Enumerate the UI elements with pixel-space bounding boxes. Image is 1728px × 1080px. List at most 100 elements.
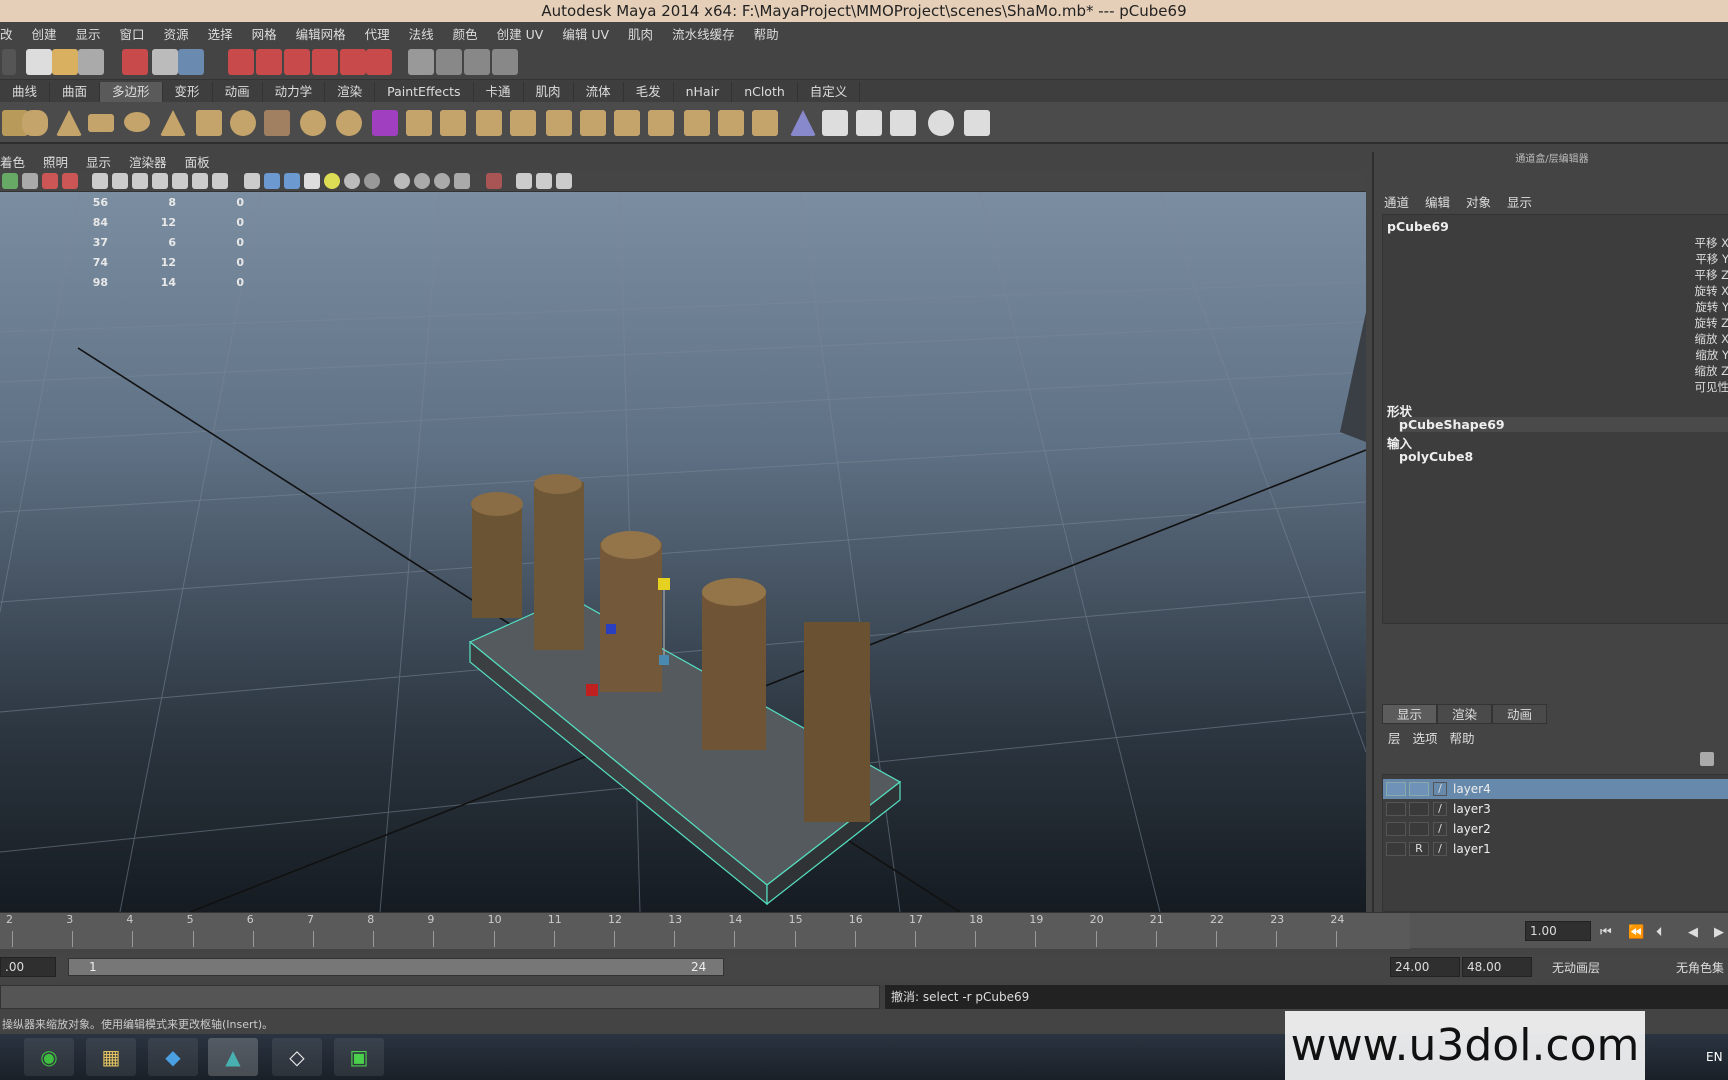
layer-name[interactable]: layer1 [1453, 842, 1491, 856]
safe-action-icon[interactable] [192, 173, 208, 189]
layer-visibility-toggle[interactable] [1386, 782, 1406, 796]
shadows-icon[interactable] [364, 173, 380, 189]
poly-pipe-icon[interactable] [196, 110, 222, 136]
panel-menu-panels[interactable]: 面板 [185, 152, 210, 171]
layer-visibility-toggle[interactable] [1386, 802, 1406, 816]
layer-display-type-toggle[interactable] [1409, 782, 1429, 796]
bookmark-icon[interactable] [42, 173, 58, 189]
layer-color-swatch[interactable]: / [1433, 802, 1447, 816]
shelf-tab-deformation[interactable]: 变形 [163, 82, 213, 102]
poly-torus-icon[interactable] [124, 112, 150, 132]
go-to-start-icon[interactable]: ⏮ [1600, 925, 1612, 940]
share-view-icon[interactable] [556, 173, 572, 189]
menu-select[interactable]: 选择 [208, 24, 233, 43]
shelf-tab-muscle[interactable]: 肌肉 [524, 82, 574, 102]
panel-menu-show[interactable]: 显示 [86, 152, 111, 171]
menu-edit-uvs[interactable]: 编辑 UV [562, 24, 609, 43]
new-scene-icon[interactable] [26, 49, 52, 75]
anim-layer-dropdown[interactable]: 无动画层 [1552, 959, 1600, 976]
cb-attr-translate-y[interactable]: 平移 Y [1695, 251, 1728, 267]
separate-icon[interactable] [300, 110, 326, 136]
layer-menu-layers[interactable]: 层 [1388, 728, 1401, 747]
snap-grid-icon[interactable] [228, 49, 254, 75]
layer-name[interactable]: layer4 [1453, 782, 1491, 796]
menu-color[interactable]: 颜色 [453, 24, 478, 43]
xray-joints-icon[interactable] [414, 173, 430, 189]
cb-object-name[interactable]: pCube69 [1387, 219, 1449, 234]
wooden-post-5[interactable] [804, 622, 870, 822]
extrude-icon[interactable] [440, 110, 466, 136]
qq-app-icon[interactable]: ◆ [148, 1038, 198, 1076]
ipr-render-icon[interactable] [464, 49, 490, 75]
range-slider[interactable]: 1 24 [68, 958, 724, 976]
menu-help[interactable]: 帮助 [754, 24, 779, 43]
menu-assets[interactable]: 资源 [164, 24, 189, 43]
cb-attr-scale-z[interactable]: 缩放 Z [1694, 363, 1728, 379]
shelf-tab-ncloth[interactable]: nCloth [732, 82, 798, 102]
manip-y-handle[interactable] [658, 578, 670, 590]
uv-editor-icon[interactable] [964, 110, 990, 136]
safe-title-icon[interactable] [212, 173, 228, 189]
layer-display-type-toggle[interactable] [1409, 802, 1429, 816]
bevel-icon[interactable] [684, 110, 710, 136]
perspective-viewport[interactable]: 56 8 0 84 12 0 37 6 0 74 12 0 98 14 0 [0, 192, 1366, 912]
wooden-post-1[interactable] [472, 502, 522, 618]
cb-attr-translate-z[interactable]: 平移 Z [1694, 267, 1728, 283]
snap-surface-icon[interactable] [340, 49, 366, 75]
maya-app-icon[interactable]: ▲ [208, 1038, 258, 1076]
use-default-lights-icon[interactable] [324, 173, 340, 189]
resolution-gate-icon[interactable] [132, 173, 148, 189]
wireframe-icon[interactable] [244, 173, 260, 189]
new-layer-icon[interactable] [1700, 752, 1714, 766]
render-frame-icon[interactable] [436, 49, 462, 75]
cb-menu-show[interactable]: 显示 [1507, 192, 1532, 211]
render-view-icon[interactable] [408, 49, 434, 75]
menuset-dropdown-icon[interactable] [2, 49, 16, 75]
select-component-icon[interactable] [178, 49, 204, 75]
cb-attr-rotate-x[interactable]: 旋转 X [1694, 283, 1728, 299]
manip-center-handle[interactable] [659, 655, 669, 665]
play-forward-icon[interactable]: ▶ [1714, 925, 1724, 940]
poly-cone-icon[interactable] [56, 110, 82, 136]
panel-menu-renderer[interactable]: 渲染器 [129, 152, 167, 171]
save-scene-icon[interactable] [78, 49, 104, 75]
hud-toggle-icon[interactable] [516, 173, 532, 189]
backface-culling-icon[interactable] [454, 173, 470, 189]
menu-proxy[interactable]: 代理 [365, 24, 390, 43]
menu-display[interactable]: 显示 [76, 24, 101, 43]
layer-visibility-toggle[interactable] [1386, 842, 1406, 856]
shelf-tab-surfaces[interactable]: 曲面 [50, 82, 101, 102]
layer-tab-anim[interactable]: 动画 [1492, 704, 1548, 724]
cb-menu-edit[interactable]: 编辑 [1425, 192, 1450, 211]
insert-edge-loop-icon[interactable] [580, 110, 606, 136]
film-gate-icon[interactable] [112, 173, 128, 189]
range-end-field[interactable]: 24.00 [1390, 957, 1460, 977]
bridge-icon[interactable] [476, 110, 502, 136]
textured-icon[interactable] [304, 173, 320, 189]
cb-attr-rotate-y[interactable]: 旋转 Y [1695, 299, 1728, 315]
quadrangulate-icon[interactable] [752, 110, 778, 136]
cb-attr-scale-y[interactable]: 缩放 Y [1695, 347, 1728, 363]
merge-vertices-icon[interactable] [648, 110, 674, 136]
camtasia-app-icon[interactable]: ▣ [334, 1038, 384, 1076]
layer-color-swatch[interactable]: / [1433, 842, 1447, 856]
render-settings-icon[interactable] [492, 49, 518, 75]
smooth-proxy-icon[interactable] [372, 110, 398, 136]
file-explorer-icon[interactable]: ▦ [86, 1038, 136, 1076]
snap-curve-icon[interactable] [256, 49, 282, 75]
select-camera-icon[interactable] [2, 173, 18, 189]
cb-attr-scale-x[interactable]: 缩放 X [1694, 331, 1728, 347]
shelf-tab-fluids[interactable]: 流体 [574, 82, 624, 102]
poly-plane-icon[interactable] [88, 114, 114, 132]
combine-icon[interactable] [264, 110, 290, 136]
camera-attributes-icon[interactable] [22, 173, 38, 189]
cb-attr-rotate-z[interactable]: 旋转 Z [1694, 315, 1728, 331]
planar-mapping-icon[interactable] [790, 110, 816, 136]
shelf-tab-painteffects[interactable]: PaintEffects [375, 82, 474, 102]
cb-attr-translate-x[interactable]: 平移 X [1694, 235, 1728, 251]
shelf-tab-custom[interactable]: 自定义 [798, 82, 861, 102]
append-polygon-icon[interactable] [510, 110, 536, 136]
gate-mask-icon[interactable] [152, 173, 168, 189]
two-sided-lighting-icon[interactable] [536, 173, 552, 189]
layer-tab-display[interactable]: 显示 [1382, 704, 1438, 724]
